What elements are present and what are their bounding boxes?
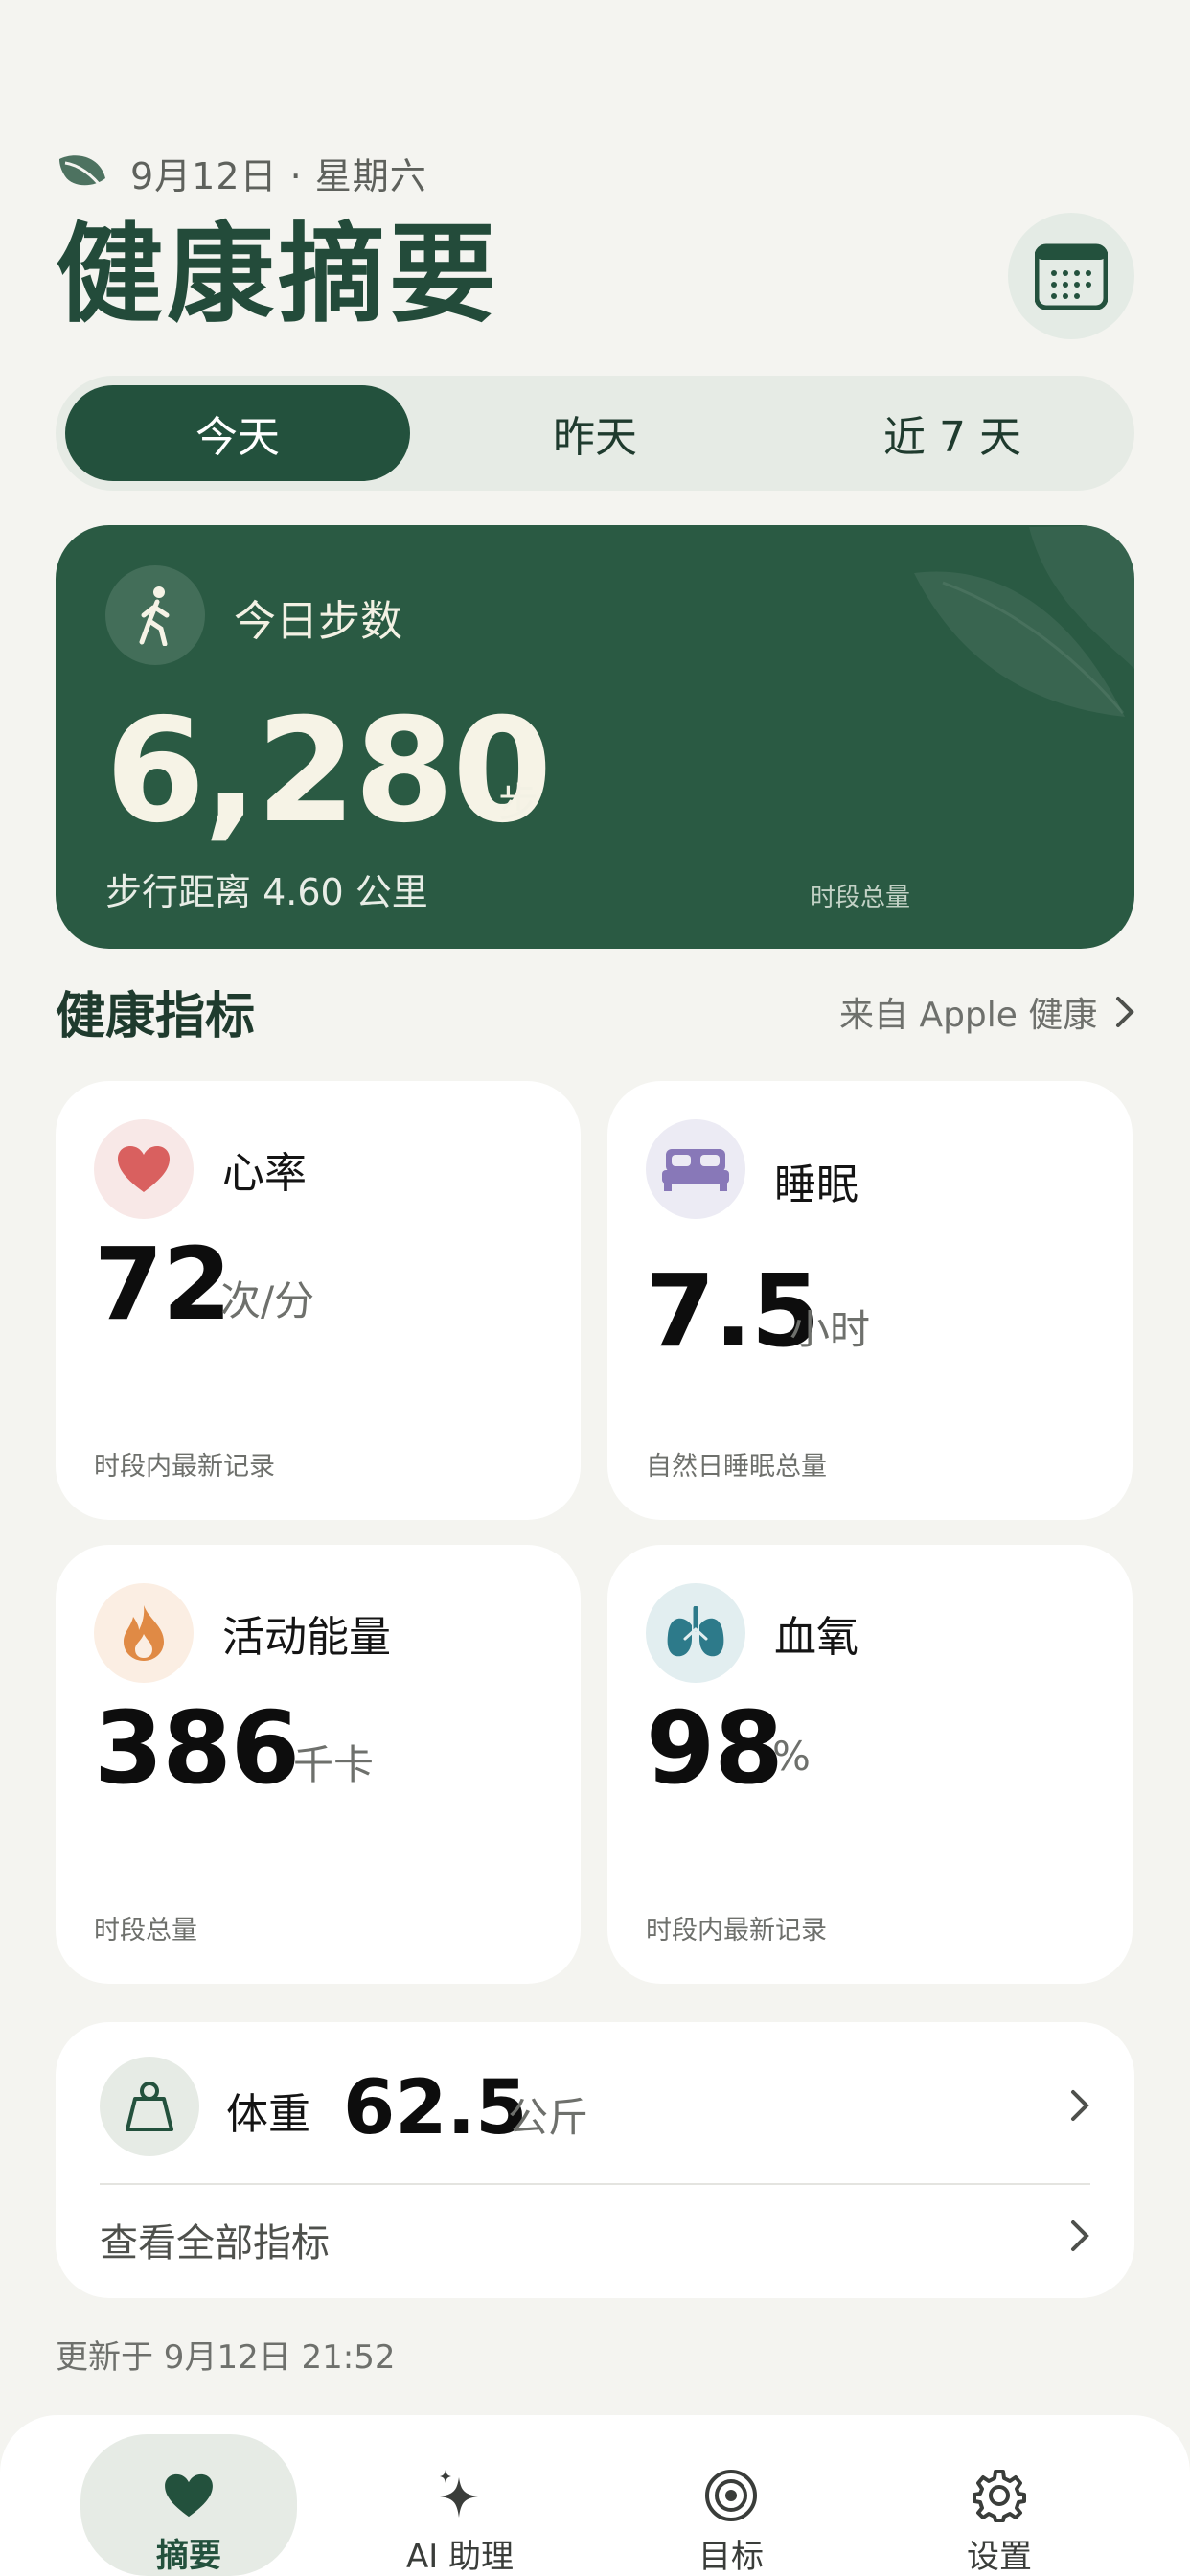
walking-distance: 步行距离 4.60 公里 [105,871,428,913]
scale-weight-icon [100,2057,199,2156]
lungs-icon [646,1583,745,1683]
period-note: 时段总量 [811,884,911,912]
sparkle-icon [434,2469,486,2522]
active-energy-label: 活动能量 [222,1613,391,1662]
blood-oxygen-footnote: 时段内最新记录 [646,1916,827,1945]
page-title: 健康摘要 [56,213,500,337]
nav-label: 目标 [698,2538,764,2576]
nav-label: 设置 [967,2538,1032,2576]
active-energy-footnote: 时段总量 [94,1916,197,1945]
bottom-nav: 摘要 AI 助理 目标 设置 [0,2415,1190,2576]
tab-last-7-days[interactable]: 近 7 天 [780,385,1125,481]
blood-oxygen-card[interactable]: 血氧 98 % 时段内最新记录 [607,1545,1133,1984]
active-energy-unit: 千卡 [293,1741,375,1788]
source-link-label: 来自 Apple 健康 [839,996,1098,1035]
apple-health-link[interactable]: 来自 Apple 健康 [839,987,1135,1037]
tab-label: 昨天 [553,413,637,462]
steps-card[interactable]: 今日步数 6,280 步 步行距离 4.60 公里 时段总量 [56,525,1134,949]
sleep-footnote: 自然日睡眠总量 [646,1452,827,1482]
period-tabs: 今天 昨天 近 7 天 [56,376,1134,491]
sleep-unit: 小时 [790,1306,871,1353]
walking-icon [105,565,205,665]
tab-label: 今天 [195,413,280,462]
blood-oxygen-label: 血氧 [774,1613,858,1662]
leaf-icon [59,155,105,191]
calendar-button[interactable] [1008,213,1134,339]
nav-summary[interactable]: 摘要 [80,2434,297,2576]
weight-value: 62.5 [343,2065,528,2151]
sleep-label: 睡眠 [774,1161,858,1209]
sleep-card[interactable]: 睡眠 7.5 小时 自然日睡眠总量 [607,1081,1133,1520]
tab-label: 近 7 天 [883,413,1021,462]
gear-icon [973,2469,1026,2522]
nav-ai-assistant[interactable]: AI 助理 [352,2434,568,2576]
steps-label: 今日步数 [234,597,402,646]
last-updated: 更新于 9月12日 21:52 [56,2338,396,2377]
steps-value: 6,280 [105,688,552,855]
chevron-right-icon[interactable] [1069,2089,1090,2122]
tab-yesterday[interactable]: 昨天 [423,385,767,481]
heart-rate-label: 心率 [222,1149,307,1198]
active-energy-value: 386 [94,1690,300,1806]
weight-label: 体重 [226,2090,310,2139]
active-energy-card[interactable]: 活动能量 386 千卡 时段总量 [56,1545,581,1984]
blood-oxygen-unit: % [772,1733,811,1780]
leaf-decoration [914,525,1134,717]
heart-icon [163,2469,215,2521]
weight-unit: 公斤 [508,2094,589,2141]
heart-icon [94,1119,194,1219]
tab-today[interactable]: 今天 [65,385,410,481]
target-icon [704,2469,758,2522]
chevron-right-icon [1116,997,1135,1027]
chevron-right-icon[interactable] [1069,2220,1090,2252]
steps-unit: 步 [498,779,539,826]
nav-label: AI 助理 [405,2538,515,2576]
heart-rate-unit: 次/分 [220,1277,315,1324]
divider [100,2183,1090,2185]
date-label: 9月12日 · 星期六 [130,154,427,197]
flame-icon [94,1583,194,1683]
nav-label: 摘要 [156,2537,221,2575]
blood-oxygen-value: 98 [646,1690,784,1806]
heart-rate-value: 72 [94,1226,232,1343]
bed-icon [646,1119,745,1219]
heart-rate-footnote: 时段内最新记录 [94,1452,275,1482]
calendar-icon [1035,243,1108,310]
nav-goals[interactable]: 目标 [623,2434,839,2576]
view-all-metrics-link[interactable]: 查看全部指标 [100,2212,330,2267]
heart-rate-card[interactable]: 心率 72 次/分 时段内最新记录 [56,1081,581,1520]
section-title: 健康指标 [56,988,256,1046]
date-row: 9月12日 · 星期六 [56,146,427,199]
nav-settings[interactable]: 设置 [891,2434,1108,2576]
weight-card: 体重 62.5 公斤 查看全部指标 [56,2022,1134,2298]
